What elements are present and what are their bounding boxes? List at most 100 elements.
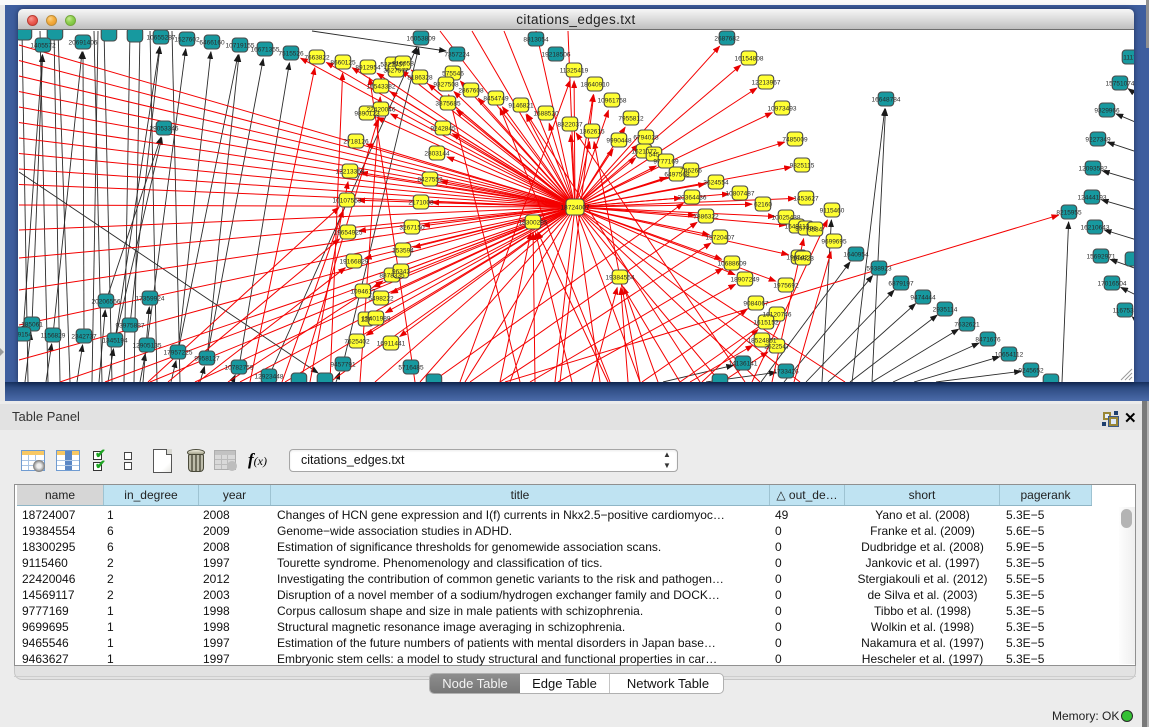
svg-text:8186328: 8186328: [407, 74, 433, 81]
svg-text:8471676: 8471676: [975, 336, 1001, 343]
svg-text:10107553: 10107553: [333, 197, 362, 204]
svg-text:2935114: 2935114: [933, 306, 958, 313]
svg-text:2171008: 2171008: [408, 199, 434, 206]
svg-text:7955812: 7955812: [618, 115, 644, 122]
svg-text:9115460: 9115460: [820, 207, 845, 214]
svg-text:7485009: 7485009: [782, 136, 808, 143]
svg-text:6794028: 6794028: [633, 134, 659, 141]
svg-text:12213967: 12213967: [752, 79, 781, 86]
svg-text:9457791: 9457791: [330, 361, 356, 368]
svg-text:16648784: 16648784: [872, 96, 901, 103]
svg-text:9777169: 9777169: [653, 158, 679, 165]
svg-text:16911441: 16911441: [377, 340, 406, 347]
svg-text:5716485: 5716485: [398, 364, 424, 371]
svg-text:9146821: 9146821: [508, 102, 534, 109]
svg-text:16543382: 16543382: [367, 83, 396, 90]
svg-text:14136141: 14136141: [729, 360, 758, 367]
svg-text:3875685: 3875685: [435, 100, 461, 107]
svg-text:19166829: 19166829: [340, 258, 369, 265]
svg-text:916058: 916058: [392, 60, 414, 67]
svg-text:9329966: 9329966: [1094, 107, 1120, 114]
svg-text:9825115: 9825115: [790, 162, 815, 169]
svg-text:1975692: 1975692: [773, 282, 799, 289]
svg-text:10973493: 10973493: [768, 105, 797, 112]
svg-text:8660125: 8660125: [330, 59, 356, 66]
svg-text:39154: 39154: [18, 331, 32, 338]
svg-text:575546: 575546: [442, 70, 464, 77]
svg-text:1733426: 1733426: [773, 368, 799, 375]
svg-text:5498222: 5498222: [368, 295, 394, 302]
svg-text:7625402: 7625402: [344, 338, 370, 345]
svg-text:15401989: 15401989: [362, 315, 391, 322]
svg-text:19654925: 19654925: [334, 229, 363, 236]
svg-text:3527577: 3527577: [383, 67, 409, 74]
svg-text:20206556: 20206556: [92, 298, 121, 305]
svg-text:16120746: 16120746: [763, 311, 792, 318]
svg-text:5938923: 5938923: [866, 265, 892, 272]
svg-text:29053346: 29053346: [150, 125, 179, 132]
svg-text:16154808: 16154808: [735, 55, 764, 62]
svg-text:2867608: 2867608: [458, 87, 484, 94]
svg-text:1167531: 1167531: [1113, 307, 1134, 314]
svg-text:1345194: 1345194: [102, 337, 128, 344]
svg-text:10782759: 10782759: [225, 364, 254, 371]
svg-text:10025438: 10025438: [772, 214, 801, 221]
svg-text:18724007: 18724007: [561, 204, 590, 211]
svg-text:8454749: 8454749: [483, 95, 509, 102]
svg-text:10655287: 10655287: [147, 34, 176, 41]
svg-text:1362615: 1362615: [579, 128, 605, 135]
svg-text:1588520: 1588520: [533, 110, 559, 117]
svg-text:16210643: 16210643: [1081, 224, 1110, 231]
svg-text:1117: 1117: [1123, 54, 1134, 61]
svg-text:194923: 194923: [792, 255, 814, 262]
svg-text:16671355: 16671355: [251, 46, 280, 53]
svg-text:8912954: 8912954: [355, 64, 381, 71]
svg-text:8427552: 8427552: [417, 176, 443, 183]
svg-text:17016504: 17016504: [1098, 280, 1127, 287]
svg-text:18300295: 18300295: [519, 219, 548, 226]
svg-text:17359924: 17359924: [136, 295, 165, 302]
svg-text:8215955: 8215955: [1056, 209, 1082, 216]
svg-text:6466160: 6466160: [199, 39, 225, 46]
svg-text:9958127: 9958127: [194, 355, 220, 362]
svg-text:1527602: 1527602: [174, 36, 200, 43]
svg-text:7663822: 7663822: [304, 54, 330, 61]
svg-text:2687682: 2687682: [714, 35, 740, 42]
svg-text:1640954: 1640954: [843, 251, 869, 258]
svg-text:1094617: 1094617: [350, 288, 376, 295]
svg-text:20691406: 20691406: [69, 39, 98, 46]
svg-text:9890123: 9890123: [354, 110, 380, 117]
svg-text:9327508: 9327508: [433, 81, 459, 88]
svg-text:3624554: 3624554: [703, 179, 729, 186]
svg-text:9242845: 9242845: [430, 125, 456, 132]
svg-text:9990448: 9990448: [606, 137, 632, 144]
svg-text:1453627: 1453627: [793, 195, 819, 202]
svg-text:18907249: 18907249: [731, 276, 760, 283]
svg-text:93975887: 93975887: [116, 322, 145, 329]
svg-text:15692971: 15692971: [1087, 253, 1116, 260]
svg-text:7632621: 7632621: [954, 321, 980, 328]
svg-text:19218506: 19218506: [542, 51, 571, 58]
svg-text:153594: 153594: [392, 247, 414, 254]
svg-text:8322037: 8322037: [557, 121, 583, 128]
svg-text:12093582: 12093582: [1079, 165, 1108, 172]
svg-text:9084067: 9084067: [743, 300, 769, 307]
svg-text:12444193: 12444193: [1078, 194, 1107, 201]
svg-text:12213369: 12213369: [336, 168, 365, 175]
svg-text:2522547: 2522547: [764, 343, 790, 350]
svg-text:9584: 9584: [808, 226, 823, 233]
svg-text:10961758: 10961758: [598, 97, 627, 104]
svg-text:10688609: 10688609: [718, 260, 747, 267]
svg-text:7515526: 7515526: [278, 50, 304, 57]
svg-text:6879197: 6879197: [888, 280, 914, 287]
svg-text:10807487: 10807487: [726, 190, 755, 197]
svg-text:10654112: 10654112: [995, 351, 1024, 358]
svg-text:15751074: 15751074: [1106, 80, 1134, 87]
svg-text:2803144: 2803144: [424, 150, 450, 157]
svg-text:15720407: 15720407: [706, 234, 735, 241]
svg-text:545: 545: [649, 151, 660, 158]
svg-text:9474444: 9474444: [910, 294, 936, 301]
svg-text:1405572: 1405572: [30, 42, 56, 49]
svg-text:11325419: 11325419: [560, 67, 589, 74]
svg-text:1615152: 1615152: [753, 319, 779, 326]
